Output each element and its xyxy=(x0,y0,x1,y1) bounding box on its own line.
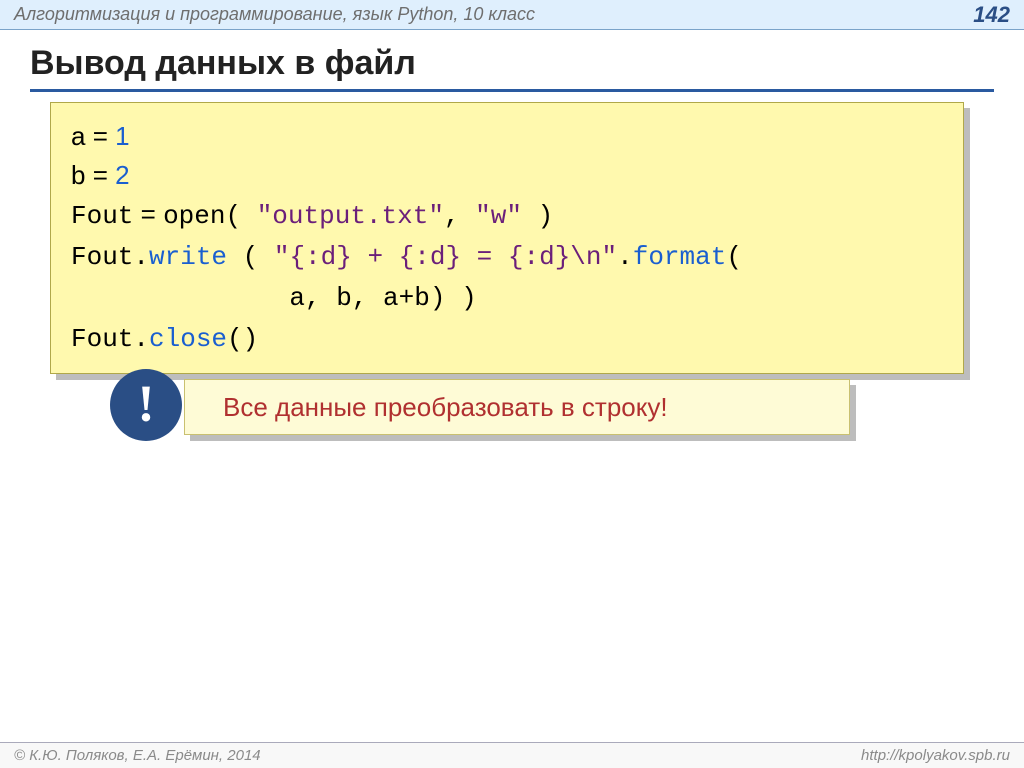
code-content: a = 1 b = 2 Fout = open( "output.txt", "… xyxy=(50,102,964,374)
footer-url: http://kpolyakov.spb.ru xyxy=(861,747,1010,764)
copyright-text: © К.Ю. Поляков, Е.А. Ерёмин, 2014 xyxy=(14,747,261,764)
footer: © К.Ю. Поляков, Е.А. Ерёмин, 2014 http:/… xyxy=(0,742,1024,768)
exclamation-icon: ! xyxy=(110,369,182,441)
code-line-5: a, b, a+b) ) xyxy=(71,283,477,313)
code-line-3: Fout = open( "output.txt", "w" ) xyxy=(71,199,553,229)
topbar: Алгоритмизация и программирование, язык … xyxy=(0,0,1024,30)
code-block: a = 1 b = 2 Fout = open( "output.txt", "… xyxy=(50,102,964,374)
code-line-6: Fout.close() xyxy=(71,322,258,352)
code-line-4: Fout.write ( "{:d} + {:d} = {:d}\n".form… xyxy=(71,240,742,270)
callout-text: Все данные преобразовать в строку! xyxy=(223,392,668,423)
page-number: 142 xyxy=(973,2,1010,28)
code-line-2: b = 2 xyxy=(71,160,130,190)
callout: Все данные преобразовать в строку! ! xyxy=(110,375,850,435)
page-title: Вывод данных в файл xyxy=(30,44,994,92)
subject-text: Алгоритмизация и программирование, язык … xyxy=(14,4,535,25)
callout-bar: Все данные преобразовать в строку! xyxy=(184,379,850,435)
slide: Алгоритмизация и программирование, язык … xyxy=(0,0,1024,768)
code-line-1: a = 1 xyxy=(71,121,130,151)
